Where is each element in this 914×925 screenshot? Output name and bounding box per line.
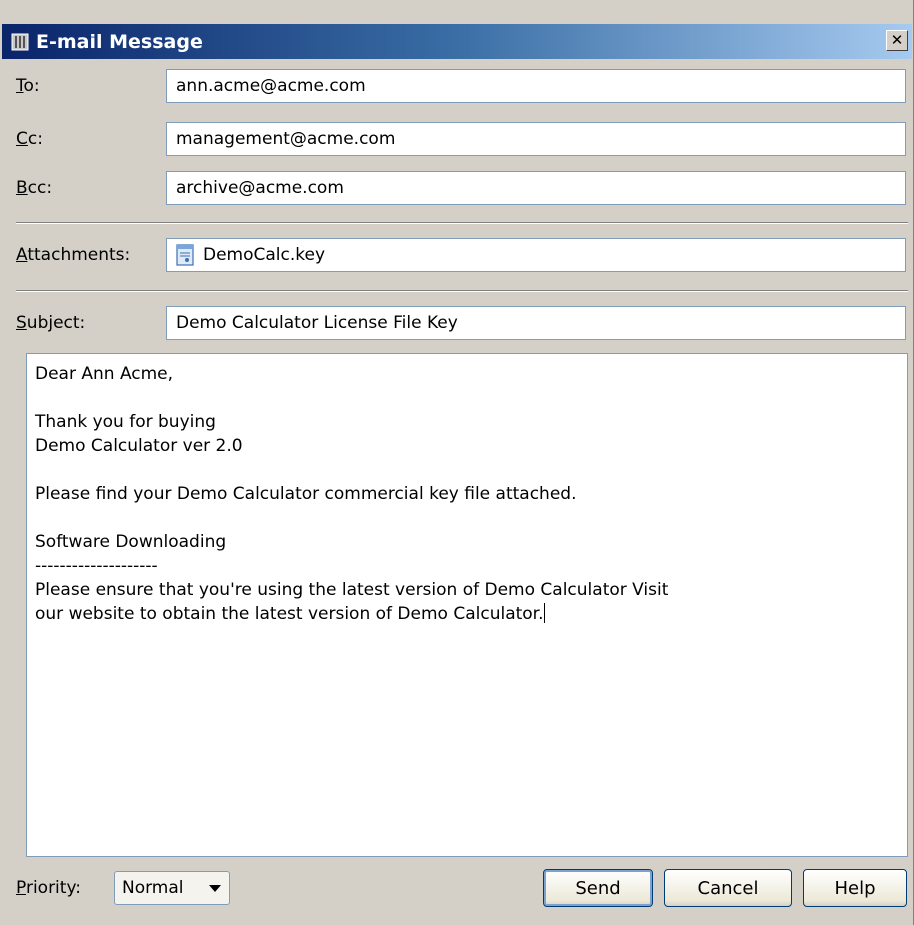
- chevron-down-icon[interactable]: [209, 885, 221, 892]
- attachments-field[interactable]: DemoCalc.key: [166, 238, 906, 272]
- body-line: --------------------: [35, 556, 158, 576]
- help-button[interactable]: Help: [803, 869, 907, 907]
- body-line: ​: [35, 458, 899, 482]
- bcc-label: Bcc:: [16, 178, 53, 198]
- mail-app-icon: [11, 32, 29, 52]
- to-label: To:: [16, 76, 40, 96]
- subject-field[interactable]: Demo Calculator License File Key: [166, 306, 906, 340]
- close-button[interactable]: ✕: [886, 30, 908, 51]
- attachments-label: Attachments:: [16, 245, 131, 265]
- attachment-file-name[interactable]: DemoCalc.key: [203, 239, 325, 271]
- body-line: Please ensure that you're using the late…: [35, 580, 669, 600]
- body-line: Thank you for buying: [35, 412, 216, 432]
- close-icon: ✕: [890, 31, 904, 49]
- message-body-textarea[interactable]: Dear Ann Acme, ​ Thank you for buying De…: [26, 353, 908, 857]
- text-caret: [543, 603, 545, 623]
- to-field[interactable]: ann.acme@acme.com: [166, 69, 906, 103]
- cancel-button[interactable]: Cancel: [664, 869, 792, 907]
- window-title: E-mail Message: [36, 30, 203, 53]
- divider: [16, 222, 908, 224]
- cc-label: Cc:: [16, 129, 43, 149]
- body-line: Demo Calculator ver 2.0: [35, 436, 243, 456]
- body-line: Dear Ann Acme,: [35, 364, 174, 384]
- body-line-last: our website to obtain the latest version…: [35, 603, 545, 624]
- body-line: ​: [35, 386, 899, 410]
- document-file-icon[interactable]: [175, 244, 195, 266]
- email-message-window: E-mail Message ✕ To: ann.acme@acme.com C…: [0, 0, 914, 925]
- title-bar[interactable]: E-mail Message ✕: [2, 24, 912, 59]
- body-line: ​: [35, 506, 899, 530]
- body-line: Software Downloading: [35, 532, 227, 552]
- divider: [16, 290, 908, 292]
- cc-field[interactable]: management@acme.com: [166, 122, 906, 156]
- priority-value: Normal: [122, 878, 184, 898]
- send-button[interactable]: Send: [543, 869, 653, 907]
- priority-dropdown[interactable]: Normal: [114, 871, 230, 905]
- body-line: Please find your Demo Calculator commerc…: [35, 484, 577, 504]
- bcc-field[interactable]: archive@acme.com: [166, 171, 906, 205]
- subject-label: Subject:: [16, 313, 86, 333]
- priority-label: Priority:: [16, 878, 81, 898]
